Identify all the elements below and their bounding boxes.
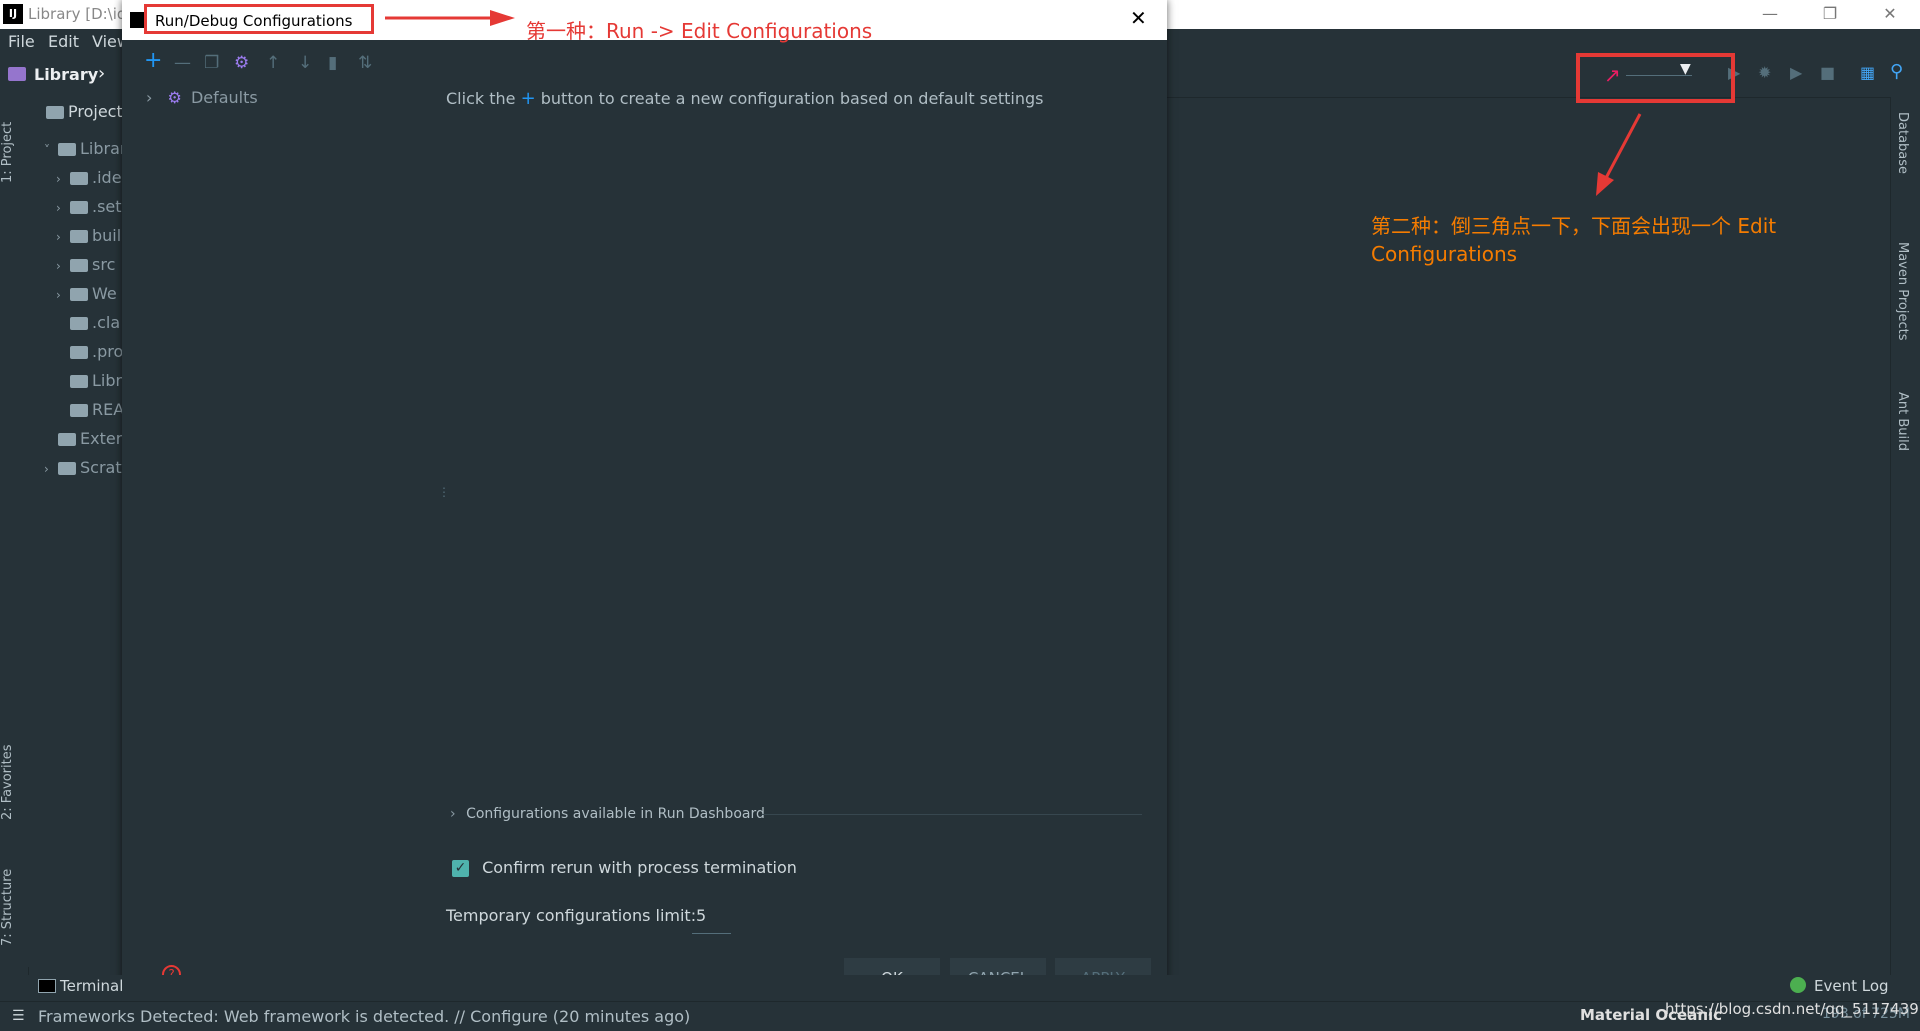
- terminal-tab[interactable]: Terminal: [60, 977, 123, 995]
- event-log-icon: [1790, 977, 1806, 993]
- event-log-tab[interactable]: Event Log: [1814, 977, 1889, 995]
- watermark: https://blog.csdn.net/qq_51174391: [1665, 1000, 1920, 1018]
- annotation-method-two: 第二种：倒三角点一下，下面会出现一个 Edit Configurations: [1371, 214, 1777, 266]
- status-message[interactable]: Frameworks Detected: Web framework is de…: [38, 1007, 690, 1026]
- annotation-arrows: [385, 10, 1642, 196]
- bottom-tool-bar: Terminal Event Log: [0, 975, 1920, 1001]
- annotation-method-one: 第一种：Run -> Edit Configurations: [526, 19, 873, 43]
- terminal-icon: [38, 979, 56, 993]
- layers-icon: ☰: [12, 1008, 25, 1024]
